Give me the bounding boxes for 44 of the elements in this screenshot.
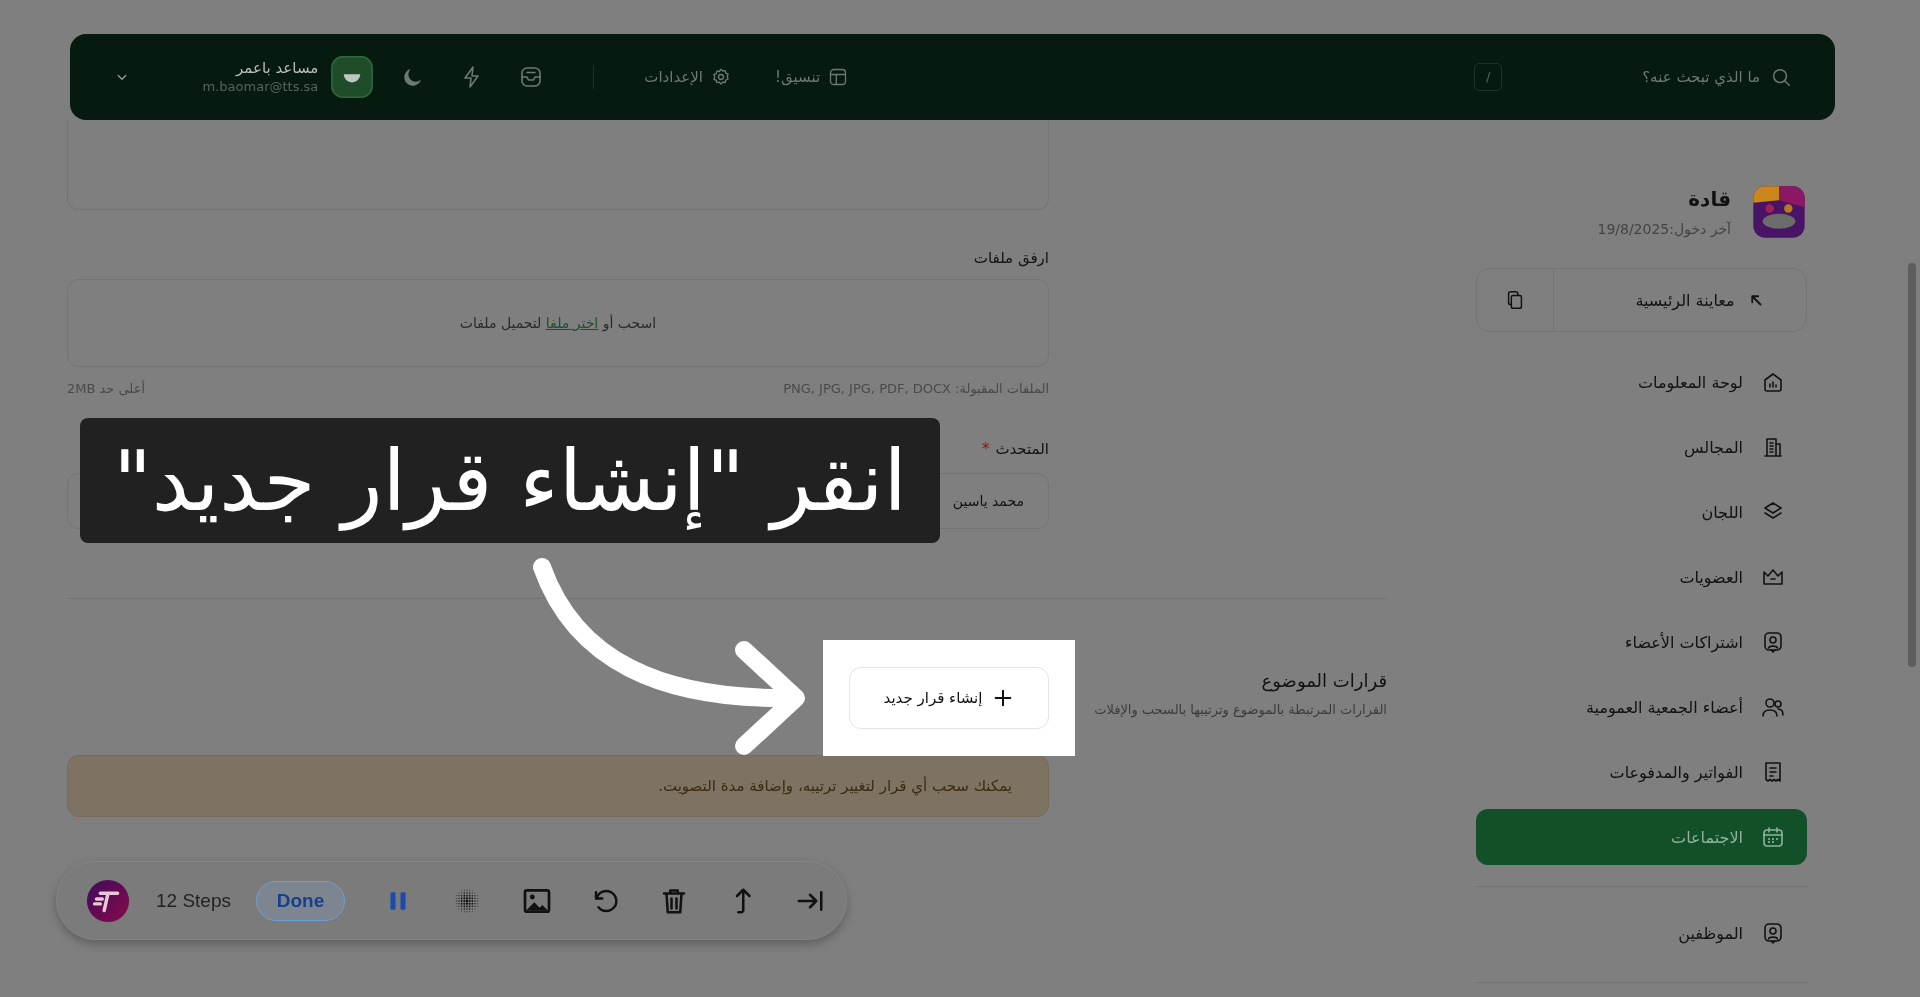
create-decision-button[interactable]: إنشاء قرار جديد <box>849 667 1049 729</box>
calendar-icon <box>1761 825 1785 849</box>
preview-button[interactable]: معاينة الرئيسية <box>1553 269 1806 331</box>
building-icon <box>1761 435 1785 459</box>
organization-name: قادة <box>1687 187 1731 211</box>
dropzone-text: اسحب أو اختر ملفا لتحميل ملفات <box>459 315 657 331</box>
section-title: قرارات الموضوع <box>1260 669 1387 693</box>
sidebar-item[interactable]: الاجتماعات <box>1476 809 1807 865</box>
inbox-icon[interactable] <box>519 65 544 89</box>
sidebar-item[interactable]: أعضاء الجمعية العمومية <box>1476 679 1807 735</box>
section-subtitle: القرارات المرتبطة بالموضوع وترتيبها بالسحب والإفلات <box>1093 701 1387 720</box>
user-card-icon <box>1761 630 1785 654</box>
sidebar-item[interactable]: اللجان <box>1476 484 1807 540</box>
field-label: المتحدث <box>995 439 1049 459</box>
last-login-text: آخر دخول:19/8/2025 <box>1597 221 1731 237</box>
sidebar-item[interactable]: الموظفين <box>1476 905 1807 961</box>
users-icon <box>1761 695 1785 719</box>
layout-icon <box>828 67 849 87</box>
steps-count: 12 Steps <box>156 889 231 912</box>
shortcut-key: / <box>1474 63 1503 91</box>
chart-house-icon <box>1761 370 1785 394</box>
scrollbar[interactable] <box>1908 263 1916 667</box>
field-label: ارفق ملفات <box>972 248 1049 268</box>
required-mark: * <box>981 439 990 459</box>
user-card-icon <box>1761 921 1785 945</box>
sidebar-item[interactable]: المجالس <box>1476 419 1807 475</box>
nav-link[interactable]: الإعدادات <box>644 67 731 87</box>
done-button[interactable]: Done <box>256 880 345 921</box>
app-logo-icon[interactable] <box>85 877 131 924</box>
sidebar-item[interactable]: اشتراكات الأعضاء <box>1476 614 1807 670</box>
avatar-icon[interactable] <box>330 55 375 99</box>
nav-link[interactable]: تنسيق! <box>775 67 849 87</box>
tutorial-tooltip: انقر "إنشاء قرار جديد" <box>80 418 940 543</box>
search-field[interactable]: ما الذي تبحث عنه؟ <box>1642 68 1760 86</box>
sidebar-item[interactable]: لوحة المعلومات <box>1476 354 1807 410</box>
sidebar-item[interactable]: الفواتير والمدفوعات <box>1476 744 1807 800</box>
settings-icon <box>711 67 731 87</box>
sidebar-item[interactable]: العضويات <box>1476 549 1807 605</box>
user-name: مساعد باعمر <box>236 58 319 78</box>
notice-banner: يمكنك سحب أي قرار لتغيير ترتيبه، وإضافة مدة التصويت. <box>67 755 1049 817</box>
search-icon <box>1770 66 1792 88</box>
file-dropzone[interactable]: اسحب أو اختر ملفا لتحميل ملفات <box>67 279 1049 367</box>
logo-icon <box>1751 184 1807 240</box>
user-email: m.baomar@tts.sa <box>202 78 319 96</box>
